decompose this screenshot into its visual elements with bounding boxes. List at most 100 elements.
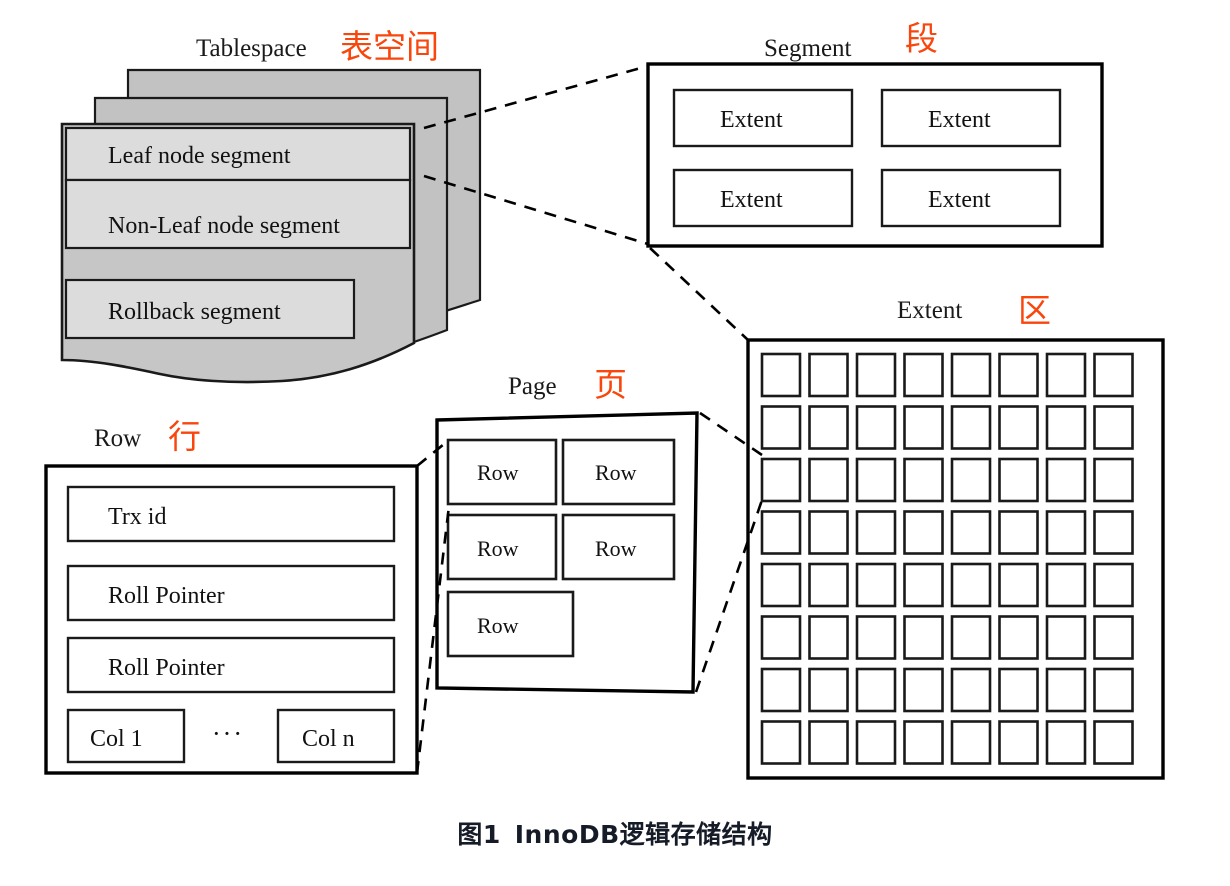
extent-page-cell <box>903 457 944 503</box>
extent-page-cell <box>760 615 802 660</box>
extent-page-cell <box>808 562 849 608</box>
extent-page-cell <box>1045 405 1087 450</box>
extent-page-cell <box>950 510 992 555</box>
extent-page-cell <box>998 405 1039 450</box>
tablespace-label-cn: 表空间 <box>340 27 439 66</box>
extent-page-cell <box>1093 667 1134 713</box>
extent-page-cell <box>1093 562 1134 608</box>
row-container: Trx id Roll Pointer Roll Pointer Col 1 ·… <box>44 464 419 775</box>
extent-page-cell <box>950 405 992 450</box>
connector-row-to-page-bottom <box>415 505 451 774</box>
extent-page-cell <box>808 667 849 713</box>
extent-page-cell <box>903 562 944 608</box>
extent-page-grid <box>760 352 1134 765</box>
segment-container: Extent Extent Extent Extent <box>646 62 1104 248</box>
page-label-en: Page <box>508 373 557 400</box>
extent-box-2-label: Extent <box>928 107 991 133</box>
row-columns-ellipsis: ··· <box>212 719 244 748</box>
extent-page-cell <box>950 352 992 398</box>
extent-page-cell <box>808 720 849 765</box>
extent-page-cell <box>760 510 802 555</box>
extent-page-cell <box>950 562 992 608</box>
figure-caption: 图1 InnoDB逻辑存储结构 <box>0 815 1230 851</box>
extent-page-cell <box>855 562 897 608</box>
extent-page-cell <box>1045 510 1087 555</box>
extent-page-cell <box>998 720 1039 765</box>
page-container: Row Row Row Row Row <box>435 411 699 694</box>
extent-page-cell <box>1093 720 1134 765</box>
extent-page-cell <box>903 405 944 450</box>
connector-row-to-page-top <box>416 438 450 468</box>
extent-page-cell <box>1045 352 1087 398</box>
extent-page-cell <box>855 510 897 555</box>
extent-page-cell <box>760 405 802 450</box>
extent-page-cell <box>950 457 992 503</box>
extent-page-cell <box>903 510 944 555</box>
extent-container <box>746 338 1165 780</box>
row-label-en: Row <box>94 425 141 452</box>
row-column-first-label: Col 1 <box>90 726 143 752</box>
extent-page-cell <box>760 720 802 765</box>
extent-page-cell <box>998 562 1039 608</box>
extent-page-cell <box>998 615 1039 660</box>
segment-label-nonleaf: Non-Leaf node segment <box>108 213 340 239</box>
page-label-cn: 页 <box>594 365 627 404</box>
extent-page-cell <box>903 720 944 765</box>
extent-box-4-label: Extent <box>928 187 991 213</box>
extent-page-cell <box>903 352 944 398</box>
extent-box-3-label: Extent <box>720 187 783 213</box>
row-field-rollpointer-2-label: Roll Pointer <box>108 655 225 681</box>
extent-page-cell <box>903 667 944 713</box>
extent-page-cell <box>808 405 849 450</box>
extent-page-cell <box>1093 457 1134 503</box>
extent-page-cell <box>760 352 802 398</box>
extent-page-cell <box>855 457 897 503</box>
extent-page-cell <box>1093 405 1134 450</box>
extent-page-cell <box>998 457 1039 503</box>
figure-caption-number: 图1 <box>457 820 501 849</box>
extent-page-cell <box>950 667 992 713</box>
extent-page-cell <box>1093 510 1134 555</box>
extent-box-1-label: Extent <box>720 107 783 133</box>
extent-page-cell <box>1045 562 1087 608</box>
row-field-rollpointer-1-label: Roll Pointer <box>108 583 225 609</box>
extent-page-cell <box>1093 615 1134 660</box>
extent-page-cell <box>855 720 897 765</box>
row-label-cn: 行 <box>168 417 201 456</box>
page-row-label-1: Row <box>477 460 519 485</box>
extent-page-cell <box>1093 352 1134 398</box>
extent-page-cell <box>855 667 897 713</box>
extent-page-cell <box>903 615 944 660</box>
extent-page-cell <box>855 352 897 398</box>
tablespace-stack: Leaf node segment Non-Leaf node segment … <box>60 68 482 384</box>
extent-page-cell <box>1045 720 1087 765</box>
extent-page-cell <box>1045 667 1087 713</box>
segment-label-cn: 段 <box>905 19 938 58</box>
extent-page-cell <box>808 457 849 503</box>
row-column-last-label: Col n <box>302 726 355 752</box>
segment-label-rollback: Rollback segment <box>108 299 281 325</box>
extent-page-cell <box>760 457 802 503</box>
segment-label-leaf: Leaf node segment <box>108 143 291 169</box>
page-row-label-4: Row <box>595 536 637 561</box>
connector-page-to-extent-top <box>699 411 763 457</box>
extent-page-cell <box>950 720 992 765</box>
extent-label-cn: 区 <box>1018 291 1051 330</box>
extent-label-en: Extent <box>897 297 962 324</box>
extent-page-cell <box>998 352 1039 398</box>
tablespace-label-en: Tablespace <box>196 35 307 62</box>
extent-page-cell <box>998 510 1039 555</box>
innodb-storage-diagram: Tablespace 表空间 Leaf node segment Non-Lea… <box>44 19 1165 780</box>
extent-page-cell <box>855 405 897 450</box>
extent-page-cell <box>1045 457 1087 503</box>
row-field-trxid-label: Trx id <box>108 504 166 530</box>
page-row-label-2: Row <box>595 460 637 485</box>
diagram-canvas: Tablespace 表空间 Leaf node segment Non-Lea… <box>0 0 1230 886</box>
figure-caption-title: InnoDB逻辑存储结构 <box>514 820 773 849</box>
page-row-label-3: Row <box>477 536 519 561</box>
extent-page-cell <box>760 562 802 608</box>
extent-page-cell <box>998 667 1039 713</box>
segment-label-en: Segment <box>764 35 852 62</box>
extent-page-cell <box>808 510 849 555</box>
connector-segment-to-extent <box>649 247 749 341</box>
